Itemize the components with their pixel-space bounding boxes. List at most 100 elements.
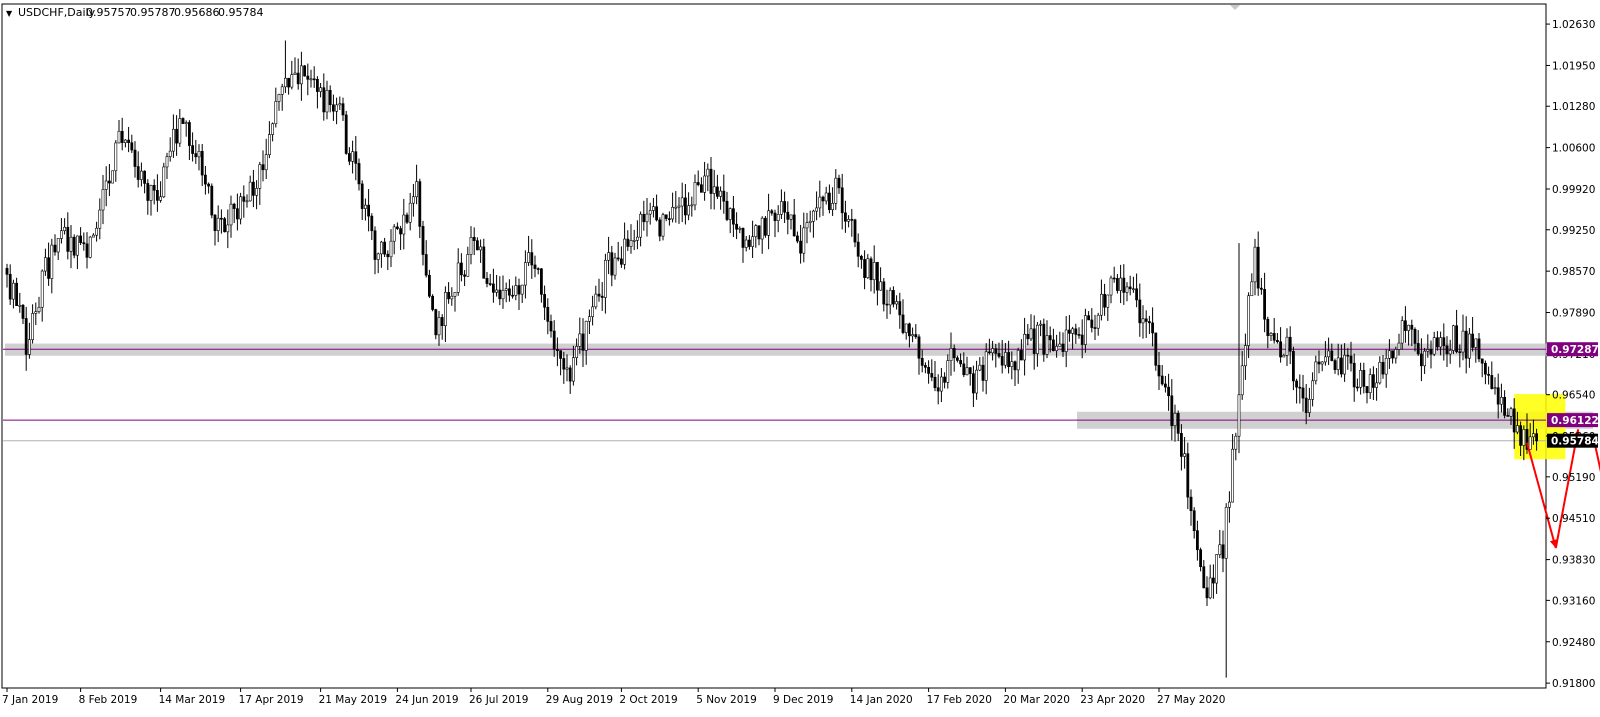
candle bbox=[591, 295, 595, 326]
candle bbox=[895, 295, 899, 310]
candle bbox=[357, 158, 361, 191]
candle bbox=[1263, 272, 1267, 333]
candle bbox=[152, 179, 156, 205]
candle bbox=[312, 66, 316, 88]
candle bbox=[1205, 576, 1209, 606]
candle bbox=[616, 241, 620, 262]
candle bbox=[767, 193, 771, 250]
candle bbox=[1157, 352, 1161, 391]
candle bbox=[299, 51, 303, 101]
candle bbox=[1077, 327, 1081, 339]
ohlc-open: 0.95757 bbox=[86, 6, 132, 19]
candle bbox=[863, 250, 867, 290]
candle bbox=[1432, 331, 1436, 357]
candle bbox=[27, 322, 31, 359]
candle bbox=[101, 175, 105, 225]
candle bbox=[594, 285, 598, 310]
candle bbox=[130, 134, 134, 154]
candle bbox=[274, 87, 278, 128]
candle bbox=[485, 271, 489, 288]
candle bbox=[1407, 324, 1411, 346]
candle bbox=[773, 209, 777, 238]
candle bbox=[792, 198, 796, 237]
candle bbox=[834, 169, 838, 210]
candle bbox=[114, 140, 118, 182]
candle bbox=[1493, 377, 1497, 395]
candle bbox=[1221, 530, 1225, 573]
candle bbox=[709, 156, 713, 210]
time-tick-label: 14 Jan 2020 bbox=[850, 694, 913, 706]
candle bbox=[1452, 324, 1455, 354]
candle bbox=[347, 147, 351, 166]
price-tick-label: 0.96540 bbox=[1552, 390, 1595, 402]
candle bbox=[117, 119, 121, 144]
chart-area[interactable]: ▼ USDCHF,Daily 0.95757 0.95787 0.95686 0… bbox=[0, 0, 1600, 713]
candle bbox=[133, 141, 137, 178]
candle bbox=[12, 279, 15, 309]
candle bbox=[619, 246, 623, 268]
candle bbox=[1375, 368, 1379, 401]
header-triangle-icon[interactable]: ▼ bbox=[6, 9, 13, 18]
candle bbox=[315, 76, 319, 109]
candle bbox=[603, 253, 607, 314]
candle bbox=[869, 256, 873, 292]
svg-text:0.95784: 0.95784 bbox=[1551, 436, 1599, 448]
candle bbox=[463, 270, 467, 287]
candle bbox=[975, 360, 979, 400]
candlestick-chart[interactable]: ▼ USDCHF,Daily 0.95757 0.95787 0.95686 0… bbox=[0, 0, 1600, 713]
shift-marker-icon[interactable] bbox=[1230, 5, 1240, 10]
candle bbox=[802, 212, 806, 263]
candle bbox=[690, 196, 694, 217]
candle bbox=[1253, 238, 1257, 296]
candle bbox=[264, 138, 268, 179]
candle bbox=[1128, 275, 1132, 296]
candle bbox=[376, 252, 380, 274]
candle bbox=[805, 212, 809, 244]
candle bbox=[37, 296, 41, 314]
candle bbox=[930, 359, 934, 382]
candle bbox=[1308, 387, 1311, 418]
candle bbox=[696, 170, 700, 187]
candle bbox=[559, 350, 563, 376]
candle bbox=[197, 144, 201, 171]
candle bbox=[411, 184, 415, 217]
candle bbox=[1352, 353, 1356, 402]
candle bbox=[815, 191, 819, 221]
candle bbox=[191, 132, 195, 162]
candle bbox=[853, 218, 857, 248]
time-tick-label: 5 Nov 2019 bbox=[696, 694, 757, 706]
candle bbox=[843, 200, 847, 233]
candle bbox=[645, 198, 649, 237]
candle bbox=[239, 192, 243, 225]
candle bbox=[1500, 383, 1503, 413]
candle bbox=[786, 201, 790, 235]
candle bbox=[1068, 315, 1071, 342]
candle bbox=[1477, 332, 1481, 363]
candle bbox=[1359, 362, 1363, 395]
candle bbox=[1103, 283, 1107, 316]
candle bbox=[124, 139, 127, 148]
candle bbox=[1276, 333, 1279, 344]
candle bbox=[715, 174, 719, 200]
candle bbox=[1471, 317, 1475, 352]
candle bbox=[232, 202, 236, 224]
price-tick-label: 0.97890 bbox=[1552, 308, 1595, 320]
candle bbox=[63, 218, 67, 235]
candle bbox=[338, 96, 342, 111]
candle bbox=[1410, 319, 1414, 347]
candle bbox=[59, 218, 63, 244]
candle bbox=[891, 286, 895, 308]
candle bbox=[1087, 311, 1091, 321]
candle bbox=[431, 294, 435, 312]
candle bbox=[306, 63, 310, 96]
candle bbox=[242, 185, 246, 218]
candle bbox=[456, 248, 460, 296]
candle bbox=[498, 276, 502, 306]
candle bbox=[1116, 273, 1119, 294]
candle bbox=[1468, 328, 1471, 368]
candle bbox=[904, 323, 908, 340]
time-axis[interactable]: 7 Jan 2019 8 Feb 2019 14 Mar 2019 17 Apr 20… bbox=[2, 688, 1225, 706]
candle bbox=[888, 287, 892, 315]
candle bbox=[917, 334, 921, 375]
candle bbox=[1218, 529, 1222, 558]
